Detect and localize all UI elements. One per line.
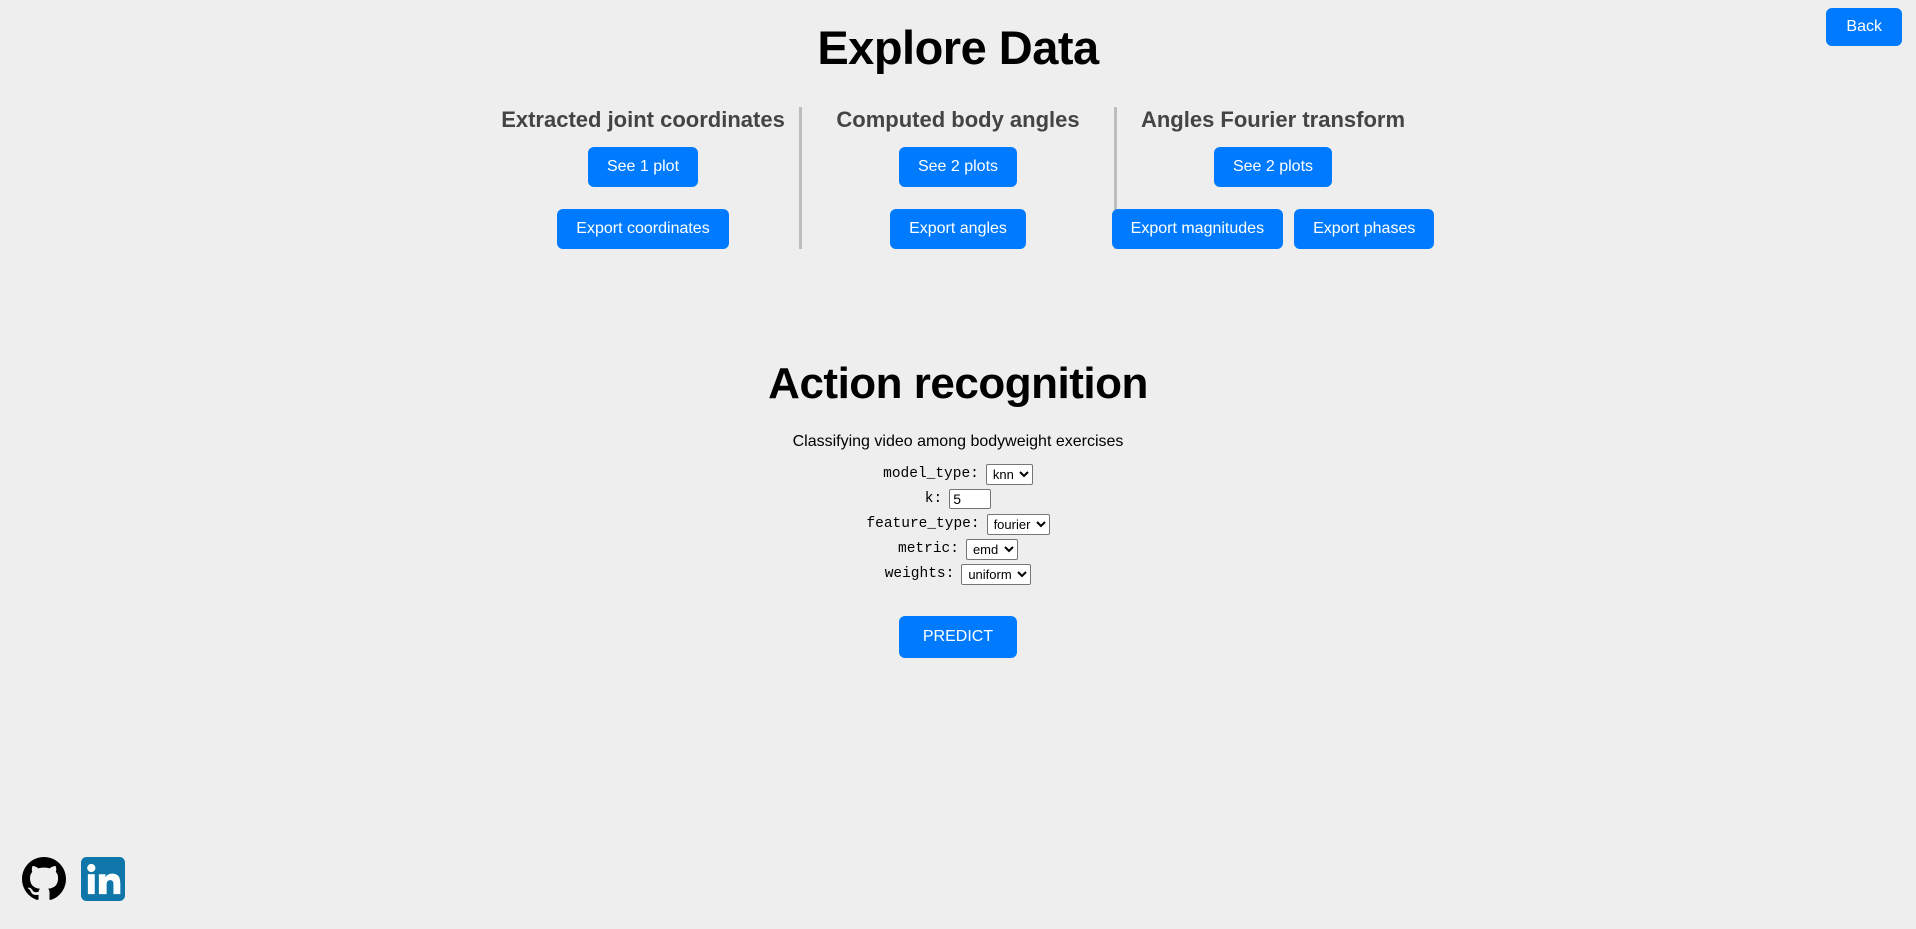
export-angles-button[interactable]: Export angles xyxy=(890,209,1026,249)
metric-label: metric: xyxy=(898,541,959,557)
footer-social-links xyxy=(22,857,125,901)
plot-button-wrap: See 1 plot xyxy=(587,147,699,187)
action-recognition-section: Action recognition Classifying video amo… xyxy=(0,359,1916,658)
action-title: Action recognition xyxy=(768,359,1148,408)
weights-label: weights: xyxy=(884,566,955,582)
action-form: model_type: knn k: feature_type: fourier… xyxy=(0,463,1916,585)
see-plots-button-coordinates[interactable]: See 1 plot xyxy=(587,147,699,187)
form-row-k: k: xyxy=(0,489,1916,509)
column-title: Angles Fourier transform xyxy=(1140,107,1406,132)
explore-column-angles: Computed body angles See 2 plots Export … xyxy=(802,107,1114,249)
github-icon xyxy=(22,857,66,900)
action-subtitle: Classifying video among bodyweight exerc… xyxy=(792,433,1124,450)
model-type-label: model_type: xyxy=(883,466,979,482)
github-link[interactable] xyxy=(22,857,66,901)
explore-columns: Extracted joint coordinates See 1 plot E… xyxy=(0,107,1916,249)
see-plots-button-fourier[interactable]: See 2 plots xyxy=(1213,147,1333,187)
model-type-select[interactable]: knn xyxy=(985,463,1033,485)
k-input[interactable] xyxy=(949,489,992,509)
export-magnitudes-button[interactable]: Export magnitudes xyxy=(1111,209,1284,249)
explore-column-coordinates: Extracted joint coordinates See 1 plot E… xyxy=(487,107,799,249)
form-row-feature-type: feature_type: fourier xyxy=(0,513,1916,535)
linkedin-icon xyxy=(81,857,125,901)
column-title: Extracted joint coordinates xyxy=(501,107,785,132)
plot-button-wrap: See 2 plots xyxy=(1213,147,1333,187)
feature-type-label: feature_type: xyxy=(866,516,980,532)
column-title: Computed body angles xyxy=(836,107,1080,132)
page-title: Explore Data xyxy=(817,21,1099,74)
export-button-row: Export angles xyxy=(890,209,1026,249)
export-button-row: Export coordinates xyxy=(557,209,729,249)
form-row-weights: weights: uniform xyxy=(0,563,1916,585)
export-coordinates-button[interactable]: Export coordinates xyxy=(557,209,729,249)
weights-select[interactable]: uniform xyxy=(961,563,1032,585)
explore-column-fourier: Angles Fourier transform See 2 plots Exp… xyxy=(1111,107,1435,249)
plot-button-wrap: See 2 plots xyxy=(898,147,1018,187)
form-row-model-type: model_type: knn xyxy=(0,463,1916,485)
k-label: k: xyxy=(924,491,943,507)
predict-button[interactable]: PREDICT xyxy=(898,616,1018,658)
back-button[interactable]: Back xyxy=(1826,8,1902,46)
see-plots-button-angles[interactable]: See 2 plots xyxy=(898,147,1018,187)
form-row-metric: metric: emd xyxy=(0,538,1916,560)
export-phases-button[interactable]: Export phases xyxy=(1294,209,1435,249)
export-button-row: Export magnitudes Export phases xyxy=(1111,209,1435,249)
linkedin-link[interactable] xyxy=(81,857,125,901)
feature-type-select[interactable]: fourier xyxy=(986,513,1050,535)
metric-select[interactable]: emd xyxy=(965,538,1018,560)
